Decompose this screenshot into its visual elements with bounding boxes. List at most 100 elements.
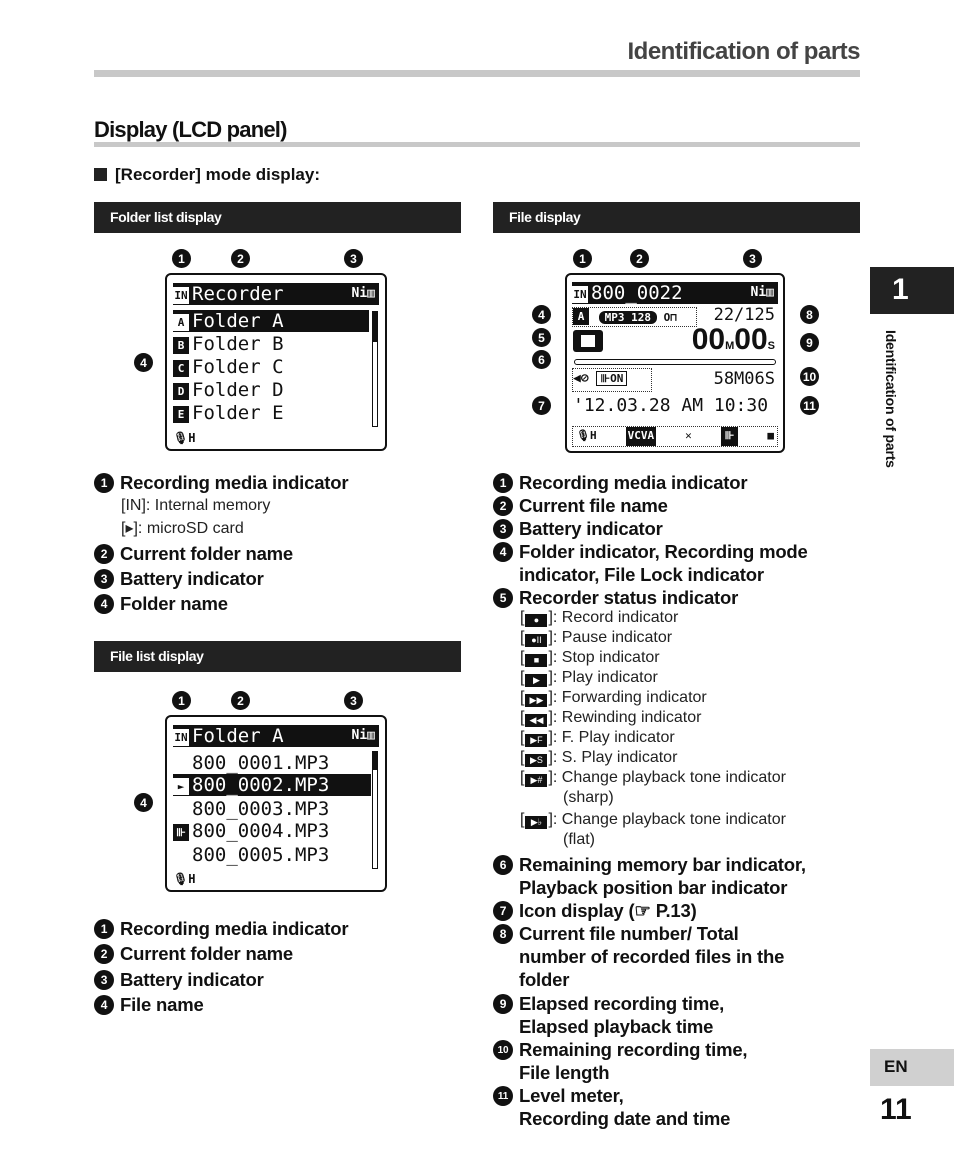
status-icon: ▶# — [525, 774, 548, 787]
status-indicator-item: [▶#]: Change playback tone indicator (sha… — [520, 769, 786, 806]
legend-text: folder — [519, 969, 570, 990]
file-row[interactable]: ⊪ 800_0004.MP3 — [173, 820, 329, 842]
battery-icon: Ni▥ — [750, 285, 774, 300]
number-badge: 8 — [493, 924, 513, 944]
folder-row[interactable]: B Folder B — [173, 333, 284, 355]
status-indicator-item: [▶F]: F. Play indicator — [520, 729, 675, 747]
status-icon: ▶▶ — [525, 694, 548, 707]
legend-text: Folder indicator, Recording mode — [519, 541, 808, 562]
folder-row[interactable]: A Folder A — [173, 310, 369, 332]
legend-text: Elapsed recording time, — [519, 993, 725, 1014]
callout-11: 11 — [800, 396, 819, 415]
legend-text: Level meter, — [519, 1085, 624, 1106]
lcd-header: IN 800_0022 Ni▥ — [572, 282, 778, 304]
callout-9: 9 — [800, 333, 819, 352]
legend-item: 4 File name — [94, 993, 204, 1016]
legend-subitem: [IN]: Internal memory — [121, 497, 271, 514]
internal-memory-icon: IN — [572, 286, 588, 303]
file-row[interactable]: 800_0003.MP3 — [173, 797, 329, 820]
folder-mode-lock-indicator: A MP3 128 O⊓ — [572, 307, 697, 327]
file-row[interactable]: ► 800_0002.MP3 — [173, 774, 371, 796]
remaining-memory-bar — [574, 359, 776, 365]
status-indicator-item: [▶▶]: Forwarding indicator — [520, 689, 707, 707]
file-count: 22/125 — [713, 305, 775, 325]
legend-item: 8 Current file number/ Total number of rec… — [493, 922, 784, 991]
legend-item: 1 Recording media indicator — [94, 471, 349, 494]
chapter-label: Identification of parts — [883, 330, 899, 468]
file-row[interactable]: 800_0001.MP3 — [173, 751, 329, 774]
number-badge: 6 — [493, 855, 513, 875]
legend-subitem: [▸]: microSD card — [121, 520, 244, 537]
folder-row[interactable]: E Folder E — [173, 402, 284, 424]
folder-indicator: A — [573, 308, 589, 325]
callout-4: 4 — [134, 353, 153, 372]
lcd-header: IN Folder A Ni▥ — [173, 725, 379, 747]
number-badge: 4 — [493, 542, 513, 562]
legend-text: Current file number/ Total — [519, 923, 739, 944]
folder-list-lcd: IN Recorder Ni▥ A Folder A B Folder B C Folde… — [165, 273, 387, 451]
status-text: ]: Rewinding indicator — [548, 709, 702, 726]
callout-8: 8 — [800, 305, 819, 324]
page-header-title: Identification of parts — [627, 38, 860, 65]
callout-4: 4 — [134, 793, 153, 812]
status-text: ]: Pause indicator — [548, 629, 673, 646]
status-indicator-item: [●]: Record indicator — [520, 609, 679, 627]
language-tab: EN — [870, 1049, 954, 1086]
battery-icon: Ni▥ — [351, 286, 375, 301]
legend-item: 4 Folder name — [94, 592, 228, 615]
status-icon: ● — [525, 614, 548, 627]
internal-memory-icon: IN — [173, 729, 189, 746]
lcd-header: IN Recorder Ni▥ — [173, 283, 379, 305]
subsection-title: [Recorder] mode display: — [94, 165, 320, 185]
legend-text: Remaining memory bar indicator, — [519, 854, 806, 875]
number-badge: 10 — [493, 1040, 513, 1060]
subsection-label: [Recorder] mode display: — [115, 165, 320, 184]
scrollbar[interactable] — [372, 311, 378, 427]
file-lock-icon: O⊓ — [663, 311, 677, 324]
folder-row[interactable]: D Folder D — [173, 379, 284, 401]
legend-item: 11 Level meter, Recording date and time — [493, 1084, 730, 1130]
callout-3: 3 — [344, 249, 363, 268]
folder-row[interactable]: C Folder C — [173, 356, 284, 378]
callout-1: 1 — [172, 249, 191, 268]
legend-text: indicator, File Lock indicator — [519, 564, 764, 585]
status-icon-row: 🎙H VCVA ✕ ⊪ ■ — [572, 426, 778, 447]
scrollbar[interactable] — [372, 751, 378, 869]
header-rule — [94, 70, 860, 77]
legend-text: Recording media indicator — [519, 472, 748, 493]
mic-sensitivity-icon: 🎙H — [173, 872, 196, 886]
legend-text: Current file name — [519, 495, 668, 516]
status-icon: ■ — [525, 654, 548, 667]
square-bullet-icon — [94, 168, 107, 181]
status-text: ]: Change playback tone indicator — [548, 769, 786, 786]
vcva-icon: VCVA — [625, 427, 657, 446]
speaker-mute-icon: ◀⊘ — [573, 371, 589, 386]
callout-1: 1 — [573, 249, 592, 268]
legend-item: 2 Current file name — [493, 494, 668, 517]
status-indicator-item: [▶S]: S. Play indicator — [520, 749, 678, 767]
legend-item: 3 Battery indicator — [94, 567, 264, 590]
recording-datetime: '12.03.28 AM 10:30 — [573, 395, 769, 416]
legend-item: 1 Recording media indicator — [94, 917, 349, 940]
status-text-cont: (sharp) — [563, 789, 614, 806]
legend-text: Playback position bar indicator — [519, 877, 788, 898]
legend-text: Elapsed playback time — [519, 1016, 714, 1037]
section-title: Display (LCD panel) — [94, 117, 287, 142]
number-badge: 5 — [493, 588, 513, 608]
icon-display: ◀⊘ ⊪ON — [572, 368, 652, 392]
status-text: ]: Forwarding indicator — [548, 689, 707, 706]
status-icon: ◀◀ — [525, 714, 548, 727]
legend-item: 4 Folder indicator, Recording mode indicat… — [493, 540, 808, 586]
file-row[interactable]: 800_0005.MP3 — [173, 843, 329, 866]
folder-name: Recorder — [192, 283, 284, 305]
legend-item: 6 Remaining memory bar indicator, Playback… — [493, 853, 806, 899]
callout-10: 10 — [800, 367, 819, 386]
status-indicator-item: [▶♭]: Change playback tone indicator (fla… — [520, 811, 786, 848]
number-badge: 11 — [493, 1086, 513, 1106]
status-icon: ●II — [525, 634, 548, 647]
recording-mode: MP3 128 — [598, 311, 657, 324]
legend-text: number of recorded files in the — [519, 946, 785, 967]
number-badge: 9 — [493, 994, 513, 1014]
status-indicator-item: [■]: Stop indicator — [520, 649, 660, 667]
number-badge: 2 — [493, 496, 513, 516]
